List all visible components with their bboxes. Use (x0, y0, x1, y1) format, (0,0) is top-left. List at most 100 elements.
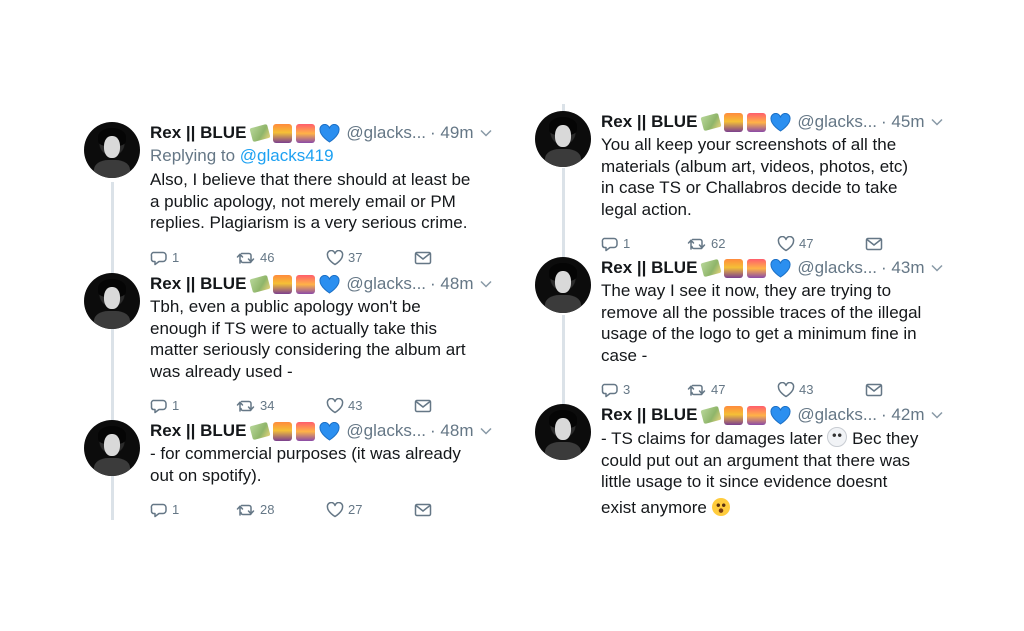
like-count: 43 (799, 382, 814, 397)
avatar[interactable] (535, 257, 591, 313)
tweet-text-segment: Bec they (847, 429, 919, 448)
tweet-text: - TS claims for damages later Bec they c… (601, 427, 951, 518)
like-count: 37 (348, 249, 363, 265)
tweet-timestamp[interactable]: · 48m (430, 274, 473, 294)
tweet-timestamp[interactable]: · 45m (881, 112, 924, 132)
like-button[interactable]: 47 (777, 236, 813, 252)
tweet-header: Rex || BLUE @glacks... · 49m (150, 122, 500, 144)
user-handle[interactable]: @glacks... (346, 421, 426, 441)
avatar[interactable] (535, 111, 591, 167)
retweet-button[interactable]: 46 (236, 250, 274, 266)
heart-icon (326, 250, 344, 266)
reply-button[interactable]: 3 (601, 382, 630, 398)
display-name[interactable]: Rex || BLUE (150, 421, 246, 441)
heart-icon (777, 382, 795, 398)
reply-icon (150, 502, 168, 518)
display-name[interactable]: Rex || BLUE (150, 123, 246, 143)
reply-count: 1 (623, 236, 631, 251)
tweet-text-line: little usage to it since evidence doesnt (601, 472, 888, 491)
tweet-actions: 1 34 43 (150, 398, 500, 418)
reply-button[interactable]: 1 (150, 502, 179, 518)
replying-to-handle-link[interactable]: @glacks419 (240, 146, 334, 165)
blue-heart-icon (319, 422, 340, 441)
sunrise-over-mountains-icon (724, 112, 744, 132)
reply-button[interactable]: 1 (601, 236, 630, 252)
retweet-icon (236, 398, 256, 414)
tweet-timestamp[interactable]: · 43m (881, 258, 924, 278)
tweet-actions: 1 28 27 (150, 502, 500, 522)
chevron-down-icon[interactable] (931, 115, 943, 129)
reply-icon (601, 382, 619, 398)
avatar[interactable] (84, 122, 140, 178)
like-button[interactable]: 37 (326, 249, 363, 266)
direct-message-button[interactable] (865, 236, 883, 252)
sunrise-over-mountains-icon (273, 274, 293, 294)
direct-message-button[interactable] (414, 398, 432, 414)
tweet-text: Tbh, even a public apology won't be enou… (150, 296, 500, 382)
money-with-wings-icon (249, 123, 271, 143)
like-count: 47 (799, 236, 814, 251)
retweet-button[interactable]: 62 (687, 236, 725, 252)
like-button[interactable]: 43 (777, 382, 813, 398)
tweet-header: Rex || BLUE @glacks... · 42m (601, 404, 951, 426)
tweet-timestamp[interactable]: · 48m (430, 421, 473, 441)
chevron-down-icon[interactable] (480, 126, 492, 140)
chevron-down-icon[interactable] (480, 424, 492, 438)
user-handle[interactable]: @glacks... (797, 405, 877, 425)
display-name[interactable]: Rex || BLUE (601, 405, 697, 425)
like-button[interactable]: 27 (326, 502, 362, 518)
user-handle[interactable]: @glacks... (346, 274, 426, 294)
retweet-button[interactable]: 28 (236, 502, 274, 518)
direct-message-button[interactable] (414, 250, 432, 266)
name-emojis (249, 123, 340, 143)
envelope-icon (414, 250, 432, 266)
user-handle[interactable]: @glacks... (797, 112, 877, 132)
tweet-text: The way I see it now, they are trying to… (601, 280, 951, 366)
replying-to: Replying to @glacks419 (150, 146, 500, 168)
avatar[interactable] (84, 420, 140, 476)
reply-count: 1 (172, 249, 180, 265)
tweet-actions: 1 62 47 (601, 236, 951, 256)
money-with-wings-icon (249, 274, 271, 294)
name-emojis (700, 405, 791, 425)
money-with-wings-icon (700, 405, 722, 425)
replying-to-label: Replying to (150, 146, 240, 165)
money-with-wings-icon (700, 112, 722, 132)
reply-button[interactable]: 1 (150, 398, 179, 414)
tweet-text-line: replies. Plagiarism is a very serious cr… (150, 213, 468, 232)
retweet-button[interactable]: 47 (687, 382, 725, 398)
heart-icon (326, 398, 344, 414)
retweet-button[interactable]: 34 (236, 398, 274, 414)
thread-connector-line (562, 168, 565, 258)
direct-message-button[interactable] (865, 382, 883, 398)
avatar[interactable] (535, 404, 591, 460)
tweet-text-line: in case TS or Challabros decide to take (601, 178, 898, 197)
hushed-face-icon (711, 497, 730, 516)
user-handle[interactable]: @glacks... (797, 258, 877, 278)
display-name[interactable]: Rex || BLUE (601, 258, 697, 278)
sunset-icon (747, 405, 767, 425)
tweet-actions: 3 47 43 (601, 382, 951, 402)
tweet-header: Rex || BLUE @glacks... · 48m (150, 420, 500, 442)
direct-message-button[interactable] (414, 502, 432, 518)
chevron-down-icon[interactable] (480, 277, 492, 291)
display-name[interactable]: Rex || BLUE (601, 112, 697, 132)
heart-icon (777, 236, 795, 252)
retweet-count: 46 (260, 249, 275, 265)
sunset-icon (747, 112, 767, 132)
avatar[interactable] (84, 273, 140, 329)
tweet-header: Rex || BLUE @glacks... · 45m (601, 111, 951, 133)
chevron-down-icon[interactable] (931, 261, 943, 275)
tweet-text-line: could put out an argument that there was (601, 450, 911, 470)
like-button[interactable]: 43 (326, 398, 362, 414)
envelope-icon (865, 236, 883, 252)
tweet-timestamp[interactable]: · 42m (881, 405, 924, 425)
chevron-down-icon[interactable] (931, 408, 943, 422)
name-emojis (700, 112, 791, 132)
tweet-timestamp[interactable]: · 49m (430, 123, 473, 143)
display-name[interactable]: Rex || BLUE (150, 274, 246, 294)
tweet-text-line: remove all the possible traces of the il… (601, 302, 922, 322)
sunrise-over-mountains-icon (273, 123, 293, 143)
user-handle[interactable]: @glacks... (346, 123, 426, 143)
reply-button[interactable]: 1 (150, 250, 179, 266)
